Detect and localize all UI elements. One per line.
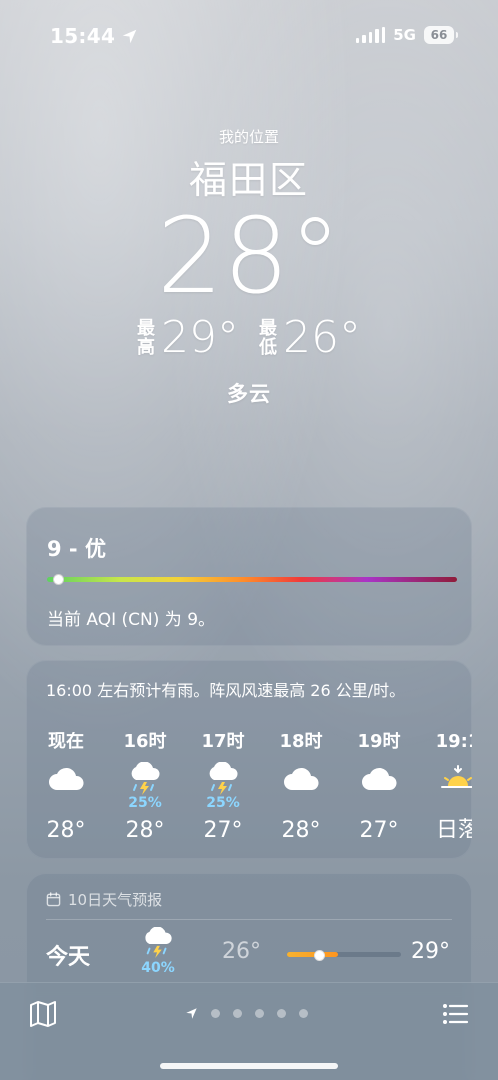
hourly-summary: 16:00 左右预计有雨。阵风风速最高 26 公里/时。	[46, 681, 406, 700]
forecast-day-row[interactable]: 今天 40% 26° 29°	[26, 926, 472, 987]
aqi-description: 当前 AQI (CN) 为 9。	[47, 610, 216, 630]
high-low-temperatures: 最 高 29° 最 低 26°	[0, 316, 498, 360]
precipitation-chance	[36, 794, 96, 812]
hour-label: 现在	[48, 732, 84, 752]
page-dot[interactable]	[299, 1009, 308, 1018]
forecast-day-name: 今天	[46, 945, 91, 970]
list-icon[interactable]	[440, 999, 470, 1029]
current-temperature-indicator	[313, 950, 325, 961]
hour-item[interactable]: 现在 28°	[36, 732, 96, 838]
status-bar: 15:44 5G 66	[0, 0, 498, 72]
map-button[interactable]	[28, 999, 58, 1033]
current-weather: 我的位置 福田区 28° 最 高 29° 最 低 26° 多云	[0, 126, 498, 408]
high-label-bottom: 高	[137, 337, 155, 358]
thunderstorm-icon	[193, 762, 253, 796]
thunderstorm-icon: 40%	[138, 926, 178, 976]
hour-label: 18时	[279, 732, 323, 752]
page-indicator[interactable]	[185, 1007, 308, 1020]
page-dot[interactable]	[233, 1009, 242, 1018]
location-arrow-icon[interactable]	[185, 1007, 198, 1020]
hour-item[interactable]: 18时 28°	[271, 732, 331, 838]
hour-item[interactable]: 16时 25% 28°	[115, 732, 175, 838]
precipitation-chance	[271, 794, 331, 812]
status-time: 15:44	[50, 24, 116, 48]
weather-condition: 多云	[227, 382, 271, 406]
list-button[interactable]	[440, 999, 470, 1033]
hour-label: 16时	[123, 732, 167, 752]
sunset-icon	[428, 762, 472, 796]
hour-label: 17时	[201, 732, 245, 752]
high-label-top: 最	[137, 318, 155, 339]
forecast-header: 10日天气预报	[46, 889, 162, 910]
high-temperature: 29°	[161, 312, 239, 363]
precipitation-chance	[428, 794, 472, 812]
cloud-icon	[271, 762, 331, 796]
hour-temperature: 27°	[203, 818, 243, 839]
hour-temperature: 28°	[125, 818, 165, 839]
hour-item[interactable]: 19时 27°	[349, 732, 409, 838]
hourly-forecast-card[interactable]: 16:00 左右预计有雨。阵风风速最高 26 公里/时。 现在 28° 16时 …	[26, 660, 472, 859]
status-indicators: 5G 66	[355, 26, 458, 44]
forecast-low-temperature: 26°	[222, 939, 261, 964]
hour-temperature: 28°	[46, 818, 86, 839]
hour-temperature: 27°	[359, 818, 399, 839]
signal-icon	[355, 27, 386, 43]
map-icon[interactable]	[28, 999, 58, 1029]
low-label-bottom: 低	[259, 337, 277, 358]
thunderstorm-icon	[115, 762, 175, 796]
low-temperature: 26°	[283, 312, 361, 363]
location-label: 我的位置	[218, 128, 279, 146]
cloud-icon	[36, 762, 96, 796]
network-type: 5G	[393, 26, 416, 44]
low-label-top: 最	[259, 318, 277, 339]
hour-label: 19:1	[435, 732, 472, 752]
home-indicator[interactable]	[160, 1063, 338, 1069]
calendar-icon	[46, 892, 61, 907]
aqi-position-indicator	[53, 574, 64, 585]
location-arrow-icon	[122, 29, 137, 43]
forecast-title: 10日天气预报	[68, 891, 163, 909]
sunset-label: 日落	[435, 818, 472, 839]
hourly-forecast-row[interactable]: 现在 28° 16时 25% 28° 17时 25% 27° 18时 28° 1…	[26, 732, 472, 838]
forecast-divider	[46, 919, 452, 920]
air-quality-card[interactable]: 9 - 优 当前 AQI (CN) 为 9。	[26, 507, 472, 646]
current-temperature: 28°	[156, 195, 342, 317]
hour-item[interactable]: 19:1 日落	[428, 732, 472, 838]
high-temperature-group: 最 高 29°	[137, 316, 239, 360]
low-temperature-group: 最 低 26°	[259, 316, 361, 360]
precipitation-chance: 25%	[206, 795, 240, 811]
battery-icon: 66	[424, 26, 458, 44]
page-dot[interactable]	[211, 1009, 220, 1018]
temperature-range-bar	[287, 950, 401, 961]
hour-temperature: 28°	[281, 818, 321, 839]
cloud-icon	[349, 762, 409, 796]
hour-item[interactable]: 17时 25% 27°	[193, 732, 253, 838]
precipitation-chance	[349, 794, 409, 812]
aqi-title: 9 - 优	[47, 537, 106, 561]
forecast-precipitation-chance: 40%	[141, 960, 175, 976]
aqi-scale-bar	[47, 574, 457, 585]
page-dot[interactable]	[277, 1009, 286, 1018]
precipitation-chance: 25%	[128, 795, 162, 811]
page-dot[interactable]	[255, 1009, 264, 1018]
status-time-group: 15:44	[50, 24, 138, 48]
hour-label: 19时	[357, 732, 401, 752]
low-temperature-label: 最 低	[259, 319, 277, 357]
high-temperature-label: 最 高	[137, 319, 155, 357]
temperature-range-fill	[287, 952, 339, 957]
forecast-high-temperature: 29°	[411, 939, 450, 964]
